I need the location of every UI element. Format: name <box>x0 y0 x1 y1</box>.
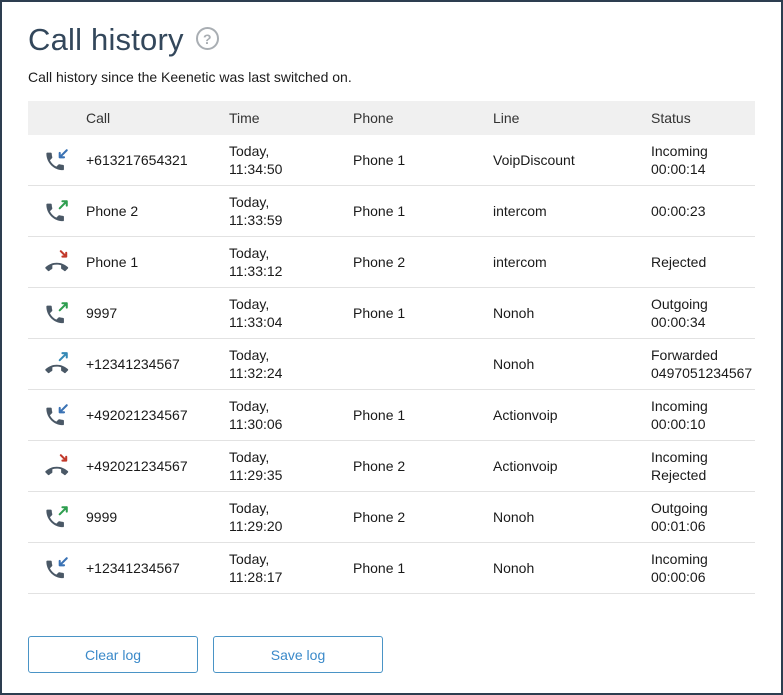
rejected-call-icon <box>44 453 70 479</box>
cell-line: intercom <box>493 203 651 219</box>
cell-line: intercom <box>493 254 651 270</box>
cell-time: Today, 11:33:12 <box>229 244 353 280</box>
cell-line: Nonoh <box>493 305 651 321</box>
cell-phone: Phone 2 <box>353 254 493 270</box>
cell-phone: Phone 1 <box>353 560 493 576</box>
cell-status: Outgoing 00:01:06 <box>651 499 755 535</box>
cell-status: Rejected <box>651 253 755 271</box>
call-history-page: Call history ? Call history since the Ke… <box>0 0 783 695</box>
cell-line: Actionvoip <box>493 407 651 423</box>
cell-call: 9997 <box>86 305 229 321</box>
column-header-line: Line <box>493 110 651 126</box>
cell-time: Today, 11:34:50 <box>229 142 353 178</box>
column-header-status: Status <box>651 110 755 126</box>
cell-time: Today, 11:29:35 <box>229 448 353 484</box>
cell-phone: Phone 2 <box>353 509 493 525</box>
cell-time: Today, 11:28:17 <box>229 550 353 586</box>
outgoing-call-icon <box>44 504 70 530</box>
cell-phone: Phone 1 <box>353 152 493 168</box>
cell-status: 00:00:23 <box>651 202 755 220</box>
cell-status: Incoming Rejected <box>651 448 755 484</box>
cell-call: +12341234567 <box>86 356 229 372</box>
table-row: +492021234567Today, 11:29:35Phone 2Actio… <box>28 441 755 492</box>
page-subtitle: Call history since the Keenetic was last… <box>28 69 755 85</box>
cell-call: +12341234567 <box>86 560 229 576</box>
cell-phone: Phone 2 <box>353 458 493 474</box>
rejected-call-icon <box>44 249 70 275</box>
cell-line: VoipDiscount <box>493 152 651 168</box>
incoming-call-icon <box>44 147 70 173</box>
cell-phone: Phone 1 <box>353 203 493 219</box>
cell-status: Incoming 00:00:14 <box>651 142 755 178</box>
call-history-table: Call Time Phone Line Status +61321765432… <box>28 101 755 594</box>
cell-call: +492021234567 <box>86 407 229 423</box>
help-icon[interactable]: ? <box>196 27 219 50</box>
table-row: +492021234567Today, 11:30:06Phone 1Actio… <box>28 390 755 441</box>
outgoing-call-icon <box>44 300 70 326</box>
cell-call: Phone 2 <box>86 203 229 219</box>
incoming-call-icon <box>44 402 70 428</box>
cell-line: Nonoh <box>493 356 651 372</box>
table-header-row: Call Time Phone Line Status <box>28 101 755 135</box>
cell-status: Incoming 00:00:06 <box>651 550 755 586</box>
cell-phone: Phone 1 <box>353 305 493 321</box>
page-title: Call history <box>28 20 184 60</box>
cell-line: Actionvoip <box>493 458 651 474</box>
column-header-phone: Phone <box>353 110 493 126</box>
cell-line: Nonoh <box>493 560 651 576</box>
cell-call: +492021234567 <box>86 458 229 474</box>
cell-call: 9999 <box>86 509 229 525</box>
cell-line: Nonoh <box>493 509 651 525</box>
cell-status: Forwarded 0497051234567 <box>651 346 755 382</box>
column-header-call: Call <box>86 110 229 126</box>
table-row: +12341234567Today, 11:32:24 NonohForwarde… <box>28 339 755 390</box>
cell-time: Today, 11:29:20 <box>229 499 353 535</box>
table-row: Phone 1Today, 11:33:12Phone 2intercomRej… <box>28 237 755 288</box>
action-buttons: Clear log Save log <box>28 636 755 673</box>
cell-time: Today, 11:30:06 <box>229 397 353 433</box>
forwarded-call-icon <box>44 351 70 377</box>
table-body: +613217654321Today, 11:34:50Phone 1VoipD… <box>28 135 755 594</box>
cell-time: Today, 11:33:59 <box>229 193 353 229</box>
cell-time: Today, 11:32:24 <box>229 346 353 382</box>
clear-log-button[interactable]: Clear log <box>28 636 198 673</box>
cell-call: Phone 1 <box>86 254 229 270</box>
column-header-time: Time <box>229 110 353 126</box>
outgoing-call-icon <box>44 198 70 224</box>
incoming-call-icon <box>44 555 70 581</box>
cell-status: Outgoing 00:00:34 <box>651 295 755 331</box>
table-row: +613217654321Today, 11:34:50Phone 1VoipD… <box>28 135 755 186</box>
save-log-button[interactable]: Save log <box>213 636 383 673</box>
title-row: Call history ? <box>28 20 755 60</box>
cell-phone: Phone 1 <box>353 407 493 423</box>
cell-status: Incoming 00:00:10 <box>651 397 755 433</box>
cell-time: Today, 11:33:04 <box>229 295 353 331</box>
table-row: +12341234567Today, 11:28:17Phone 1NonohI… <box>28 543 755 594</box>
cell-call: +613217654321 <box>86 152 229 168</box>
table-row: Phone 2Today, 11:33:59Phone 1intercom00:… <box>28 186 755 237</box>
table-row: 9997Today, 11:33:04Phone 1NonohOutgoing … <box>28 288 755 339</box>
table-row: 9999Today, 11:29:20Phone 2NonohOutgoing … <box>28 492 755 543</box>
